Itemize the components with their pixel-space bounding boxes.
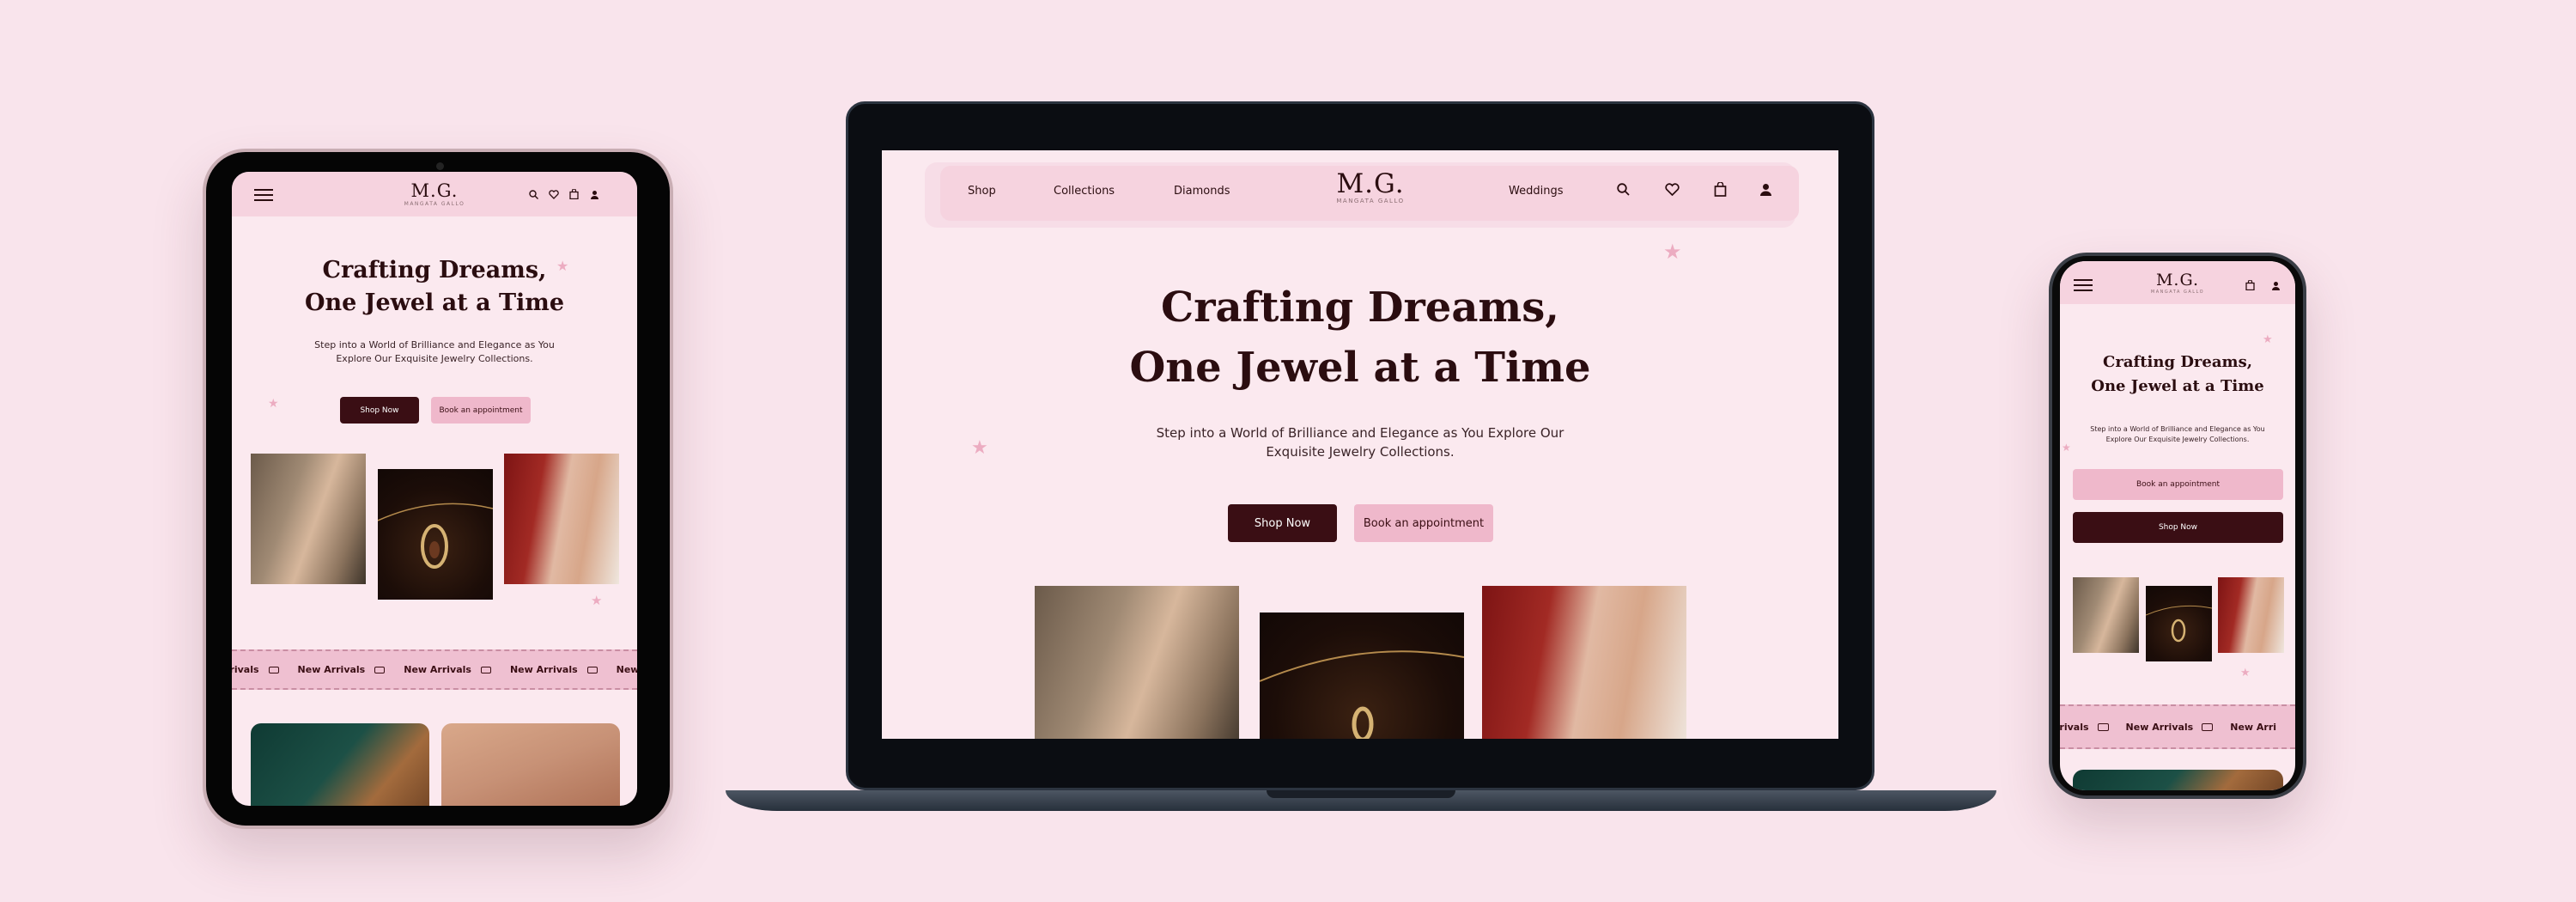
bag-icon[interactable] (1714, 182, 1727, 197)
hero-subtitle: Step into a World of Brilliance and Eleg… (2060, 424, 2295, 445)
earring-model-photo[interactable] (2073, 577, 2139, 653)
marquee-item: New Arrivals (617, 664, 637, 675)
star-icon: ★ (971, 437, 988, 459)
hero-title-line1: Crafting Dreams, (1161, 283, 1559, 332)
star-icon: ★ (2240, 667, 2251, 680)
nav-item-collections[interactable]: Collections (1054, 185, 1115, 198)
logo-tagline: MANGATA GALLO (2150, 289, 2205, 295)
marquee-item: New Arri (2230, 722, 2276, 733)
hero-title-line1: Crafting Dreams, (322, 257, 547, 283)
logo[interactable]: M.G. MANGATA GALLO (400, 182, 469, 207)
pendant-photo[interactable] (378, 469, 493, 600)
new-arrivals-marquee: rrivals New Arrivals New Arri (2060, 704, 2295, 749)
logo[interactable]: M.G. MANGATA GALLO (1328, 171, 1413, 204)
book-appointment-button[interactable]: Book an appointment (1354, 504, 1493, 542)
heart-icon[interactable] (549, 190, 559, 199)
marquee-label: rrivals (2060, 721, 2089, 733)
collection-card-2[interactable] (441, 723, 620, 806)
tablet-camera (436, 162, 444, 170)
star-icon: ★ (2263, 333, 2273, 346)
ring-model-photo[interactable] (504, 454, 619, 584)
hero-title-line2: One Jewel at a Time (304, 289, 565, 316)
marquee-label: New Arrivals (616, 664, 637, 675)
pendant-photo[interactable] (1260, 613, 1464, 739)
logo-text: M.G. (2155, 271, 2200, 289)
user-icon[interactable] (590, 190, 599, 199)
laptop-screen: Shop Collections Diamonds M.G. MANGATA G… (882, 150, 1838, 739)
marquee-item: New Arrivals (2126, 722, 2214, 733)
collection-card-1[interactable] (251, 723, 429, 806)
truck-icon (2202, 722, 2214, 731)
bag-icon[interactable] (569, 189, 579, 199)
hero-subtitle-line1: Step into a World of Brilliance and Eleg… (314, 339, 555, 350)
truck-icon (586, 666, 598, 673)
nav-item-diamonds[interactable]: Diamonds (1174, 185, 1230, 198)
hero-subtitle-line2: Explore Our Exquisite Jewelry Collection… (2105, 436, 2250, 443)
hero-subtitle-line2: Explore Our Exquisite Jewelry Collection… (336, 353, 533, 364)
nav-item-weddings[interactable]: Weddings (1509, 185, 1563, 198)
truck-icon (268, 666, 279, 673)
shop-now-button[interactable]: Shop Now (2073, 512, 2283, 543)
hero-title: Crafting Dreams, One Jewel at a Time (2060, 350, 2295, 399)
hero-subtitle-line1: Step into a World of Brilliance and Eleg… (1156, 425, 1564, 441)
hero-title-line2: One Jewel at a Time (1129, 344, 1591, 392)
marquee-item: rrivals (232, 664, 279, 675)
star-icon: ★ (1663, 240, 1682, 264)
shop-now-button[interactable]: Shop Now (1228, 504, 1337, 542)
marquee-item: rrivals (2060, 722, 2109, 733)
marquee-label: New Arrivals (404, 664, 471, 675)
phone-screen: M.G. MANGATA GALLO Crafting Dreams, One … (2060, 261, 2295, 790)
tablet-screen: M.G. MANGATA GALLO Crafting Dreams, One … (232, 172, 637, 806)
marquee-item: New Arrivals (404, 664, 491, 675)
star-icon: ★ (591, 593, 603, 608)
search-icon[interactable] (1617, 183, 1630, 196)
marquee-label: New Arri (2230, 721, 2277, 733)
user-icon[interactable] (1759, 183, 1772, 196)
truck-icon (374, 666, 386, 673)
marquee-label: New Arrivals (2125, 721, 2194, 733)
star-icon: ★ (2062, 442, 2071, 454)
ring-model-photo[interactable] (2218, 577, 2284, 653)
user-icon[interactable] (2271, 281, 2281, 290)
collection-card-1[interactable] (2073, 770, 2283, 790)
hero-title-line2: One Jewel at a Time (2091, 377, 2264, 395)
new-arrivals-marquee: rrivals New Arrivals New Arrivals New Arriv… (232, 649, 637, 690)
menu-icon[interactable] (254, 189, 273, 201)
ring-model-photo[interactable] (1482, 586, 1686, 739)
marquee-label: rrivals (232, 664, 259, 675)
search-icon[interactable] (529, 190, 538, 199)
hero-title: Crafting Dreams, One Jewel at a Time (882, 277, 1838, 398)
hero-title-line1: Crafting Dreams, (2103, 353, 2252, 371)
bag-icon[interactable] (2245, 280, 2255, 290)
truck-icon (480, 666, 491, 673)
star-icon: ★ (556, 258, 569, 274)
earring-model-photo[interactable] (251, 454, 366, 584)
logo-text: M.G. (1336, 168, 1405, 199)
marquee-label: New Arrivals (297, 664, 366, 675)
book-appointment-button[interactable]: Book an appointment (431, 397, 531, 424)
laptop-notch (1267, 790, 1455, 798)
star-icon: ★ (268, 397, 279, 411)
marquee-label: New Arrivals (509, 664, 578, 675)
earring-model-photo[interactable] (1035, 586, 1239, 739)
logo-text: M.G. (410, 180, 459, 201)
logo-tagline: MANGATA GALLO (1336, 198, 1405, 204)
logo[interactable]: M.G. MANGATA GALLO (2149, 272, 2206, 295)
nav-item-shop[interactable]: Shop (968, 185, 996, 198)
book-appointment-button[interactable]: Book an appointment (2073, 469, 2283, 500)
hero-subtitle-line1: Step into a World of Brilliance and Eleg… (2090, 425, 2265, 433)
marquee-item: New Arrivals (298, 664, 386, 675)
menu-icon[interactable] (2074, 279, 2093, 291)
hero-title: Crafting Dreams, One Jewel at a Time (232, 254, 637, 320)
pendant-photo[interactable] (2146, 586, 2212, 661)
truck-icon (2097, 722, 2109, 731)
heart-icon[interactable] (1665, 183, 1680, 196)
shop-now-button[interactable]: Shop Now (340, 397, 419, 424)
marquee-item: New Arrivals (510, 664, 598, 675)
hero-subtitle: Step into a World of Brilliance and Eleg… (882, 424, 1838, 461)
hero-subtitle: Step into a World of Brilliance and Eleg… (232, 338, 637, 366)
logo-tagline: MANGATA GALLO (404, 201, 465, 207)
hero-subtitle-line2: Exquisite Jewelry Collections. (1266, 444, 1455, 460)
